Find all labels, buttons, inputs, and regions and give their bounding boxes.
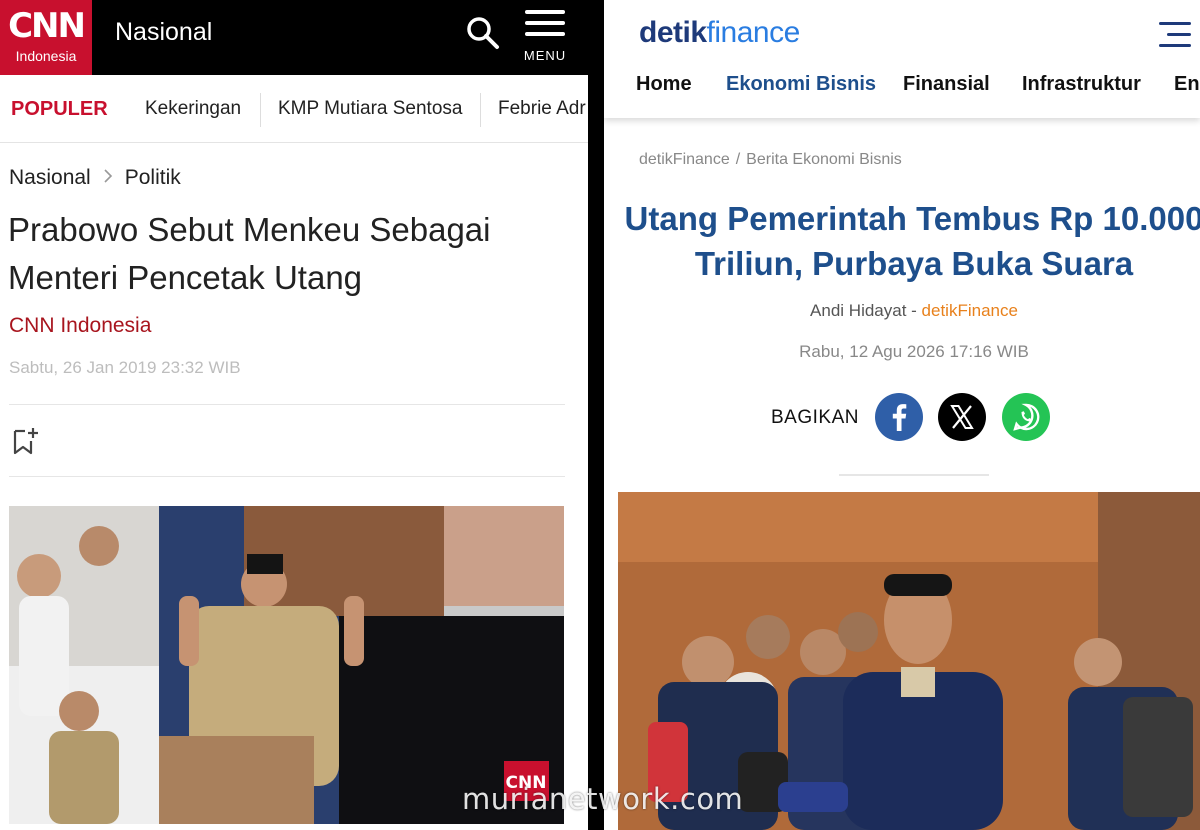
panel-divider bbox=[588, 0, 604, 830]
cnn-logo-sub: Indonesia bbox=[15, 48, 77, 64]
cnn-panel: CNN Indonesia Nasional MENU POPULER Keke… bbox=[0, 0, 588, 830]
popular-topics-bar: POPULER Kekeringan KMP Mutiara Sentosa F… bbox=[0, 75, 588, 143]
byline-separator: - bbox=[906, 301, 922, 320]
detik-panel: detikfinance Home Ekonomi Bisnis Finansi… bbox=[604, 0, 1200, 830]
popular-item-febrie[interactable]: Febrie Adr bbox=[498, 98, 586, 120]
x-share-button[interactable] bbox=[938, 393, 986, 441]
article-photo[interactable] bbox=[618, 492, 1200, 830]
facebook-share-button[interactable] bbox=[875, 393, 923, 441]
article-date: Sabtu, 26 Jan 2019 23:32 WIB bbox=[9, 358, 241, 377]
nav-energi[interactable]: En bbox=[1174, 73, 1200, 96]
divider bbox=[839, 474, 989, 476]
nav-finansial[interactable]: Finansial bbox=[903, 73, 990, 96]
logo-bold: detik bbox=[639, 16, 707, 49]
menu-icon bbox=[525, 10, 565, 14]
cnn-logo[interactable]: CNN Indonesia bbox=[0, 0, 92, 75]
breadcrumb-berita[interactable]: Berita Ekonomi Bisnis bbox=[746, 151, 902, 168]
search-icon[interactable] bbox=[466, 16, 500, 50]
divider bbox=[9, 404, 565, 405]
article-byline: Andi Hidayat - detikFinance bbox=[604, 301, 1200, 321]
breadcrumb-detikfinance[interactable]: detikFinance bbox=[639, 151, 730, 168]
share-label: BAGIKAN bbox=[771, 407, 859, 428]
article-title: Prabowo Sebut Menkeu Sebagai Menteri Pen… bbox=[8, 211, 491, 296]
menu-label: MENU bbox=[523, 48, 567, 63]
article-source[interactable]: CNN Indonesia bbox=[9, 314, 151, 338]
whatsapp-icon bbox=[1013, 403, 1040, 431]
article-title: Utang Pemerintah Tembus Rp 10.000 Triliu… bbox=[624, 200, 1200, 282]
section-title[interactable]: Nasional bbox=[115, 17, 212, 47]
nav-home[interactable]: Home bbox=[636, 73, 692, 96]
divider bbox=[9, 476, 565, 477]
breadcrumb-nasional[interactable]: Nasional bbox=[9, 166, 91, 189]
whatsapp-share-button[interactable] bbox=[1002, 393, 1050, 441]
nav-ekonomi-bisnis[interactable]: Ekonomi Bisnis bbox=[726, 73, 876, 96]
popular-item-kekeringan[interactable]: Kekeringan bbox=[145, 98, 241, 120]
article-photo[interactable]: CNN bbox=[9, 506, 564, 824]
breadcrumb-separator: / bbox=[735, 151, 741, 168]
breadcrumb: detikFinance / Berita Ekonomi Bisnis bbox=[639, 151, 902, 169]
cnn-logo-main: CNN bbox=[8, 6, 86, 46]
article-date: Rabu, 12 Agu 2026 17:16 WIB bbox=[799, 342, 1029, 361]
breadcrumb: Nasional Politik bbox=[9, 166, 181, 190]
detik-logo[interactable]: detikfinance bbox=[639, 16, 800, 50]
popular-label: POPULER bbox=[11, 98, 108, 120]
site-watermark: murianetwork.com bbox=[462, 782, 744, 816]
author-name[interactable]: Andi Hidayat bbox=[810, 301, 906, 320]
breadcrumb-politik[interactable]: Politik bbox=[125, 166, 181, 189]
nav-infrastruktur[interactable]: Infrastruktur bbox=[1022, 73, 1141, 96]
bookmark-icon[interactable] bbox=[12, 425, 40, 457]
author-source[interactable]: detikFinance bbox=[922, 301, 1018, 320]
popular-item-kmp[interactable]: KMP Mutiara Sentosa bbox=[278, 98, 462, 120]
menu-icon[interactable] bbox=[1159, 22, 1191, 50]
detik-header: detikfinance Home Ekonomi Bisnis Finansi… bbox=[604, 0, 1200, 118]
divider bbox=[260, 93, 261, 127]
logo-light: finance bbox=[706, 16, 801, 49]
menu-button[interactable]: MENU bbox=[520, 10, 570, 70]
facebook-icon bbox=[892, 404, 907, 431]
chevron-right-icon bbox=[103, 166, 113, 190]
x-icon bbox=[950, 405, 974, 429]
divider bbox=[480, 93, 481, 127]
cnn-header: CNN Indonesia Nasional MENU bbox=[0, 0, 588, 75]
